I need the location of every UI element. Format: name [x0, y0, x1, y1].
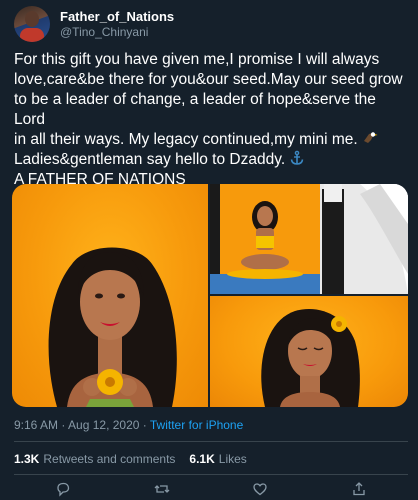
- photo-1-illustration: [48, 247, 177, 407]
- tweet-text-line: Ladies&gentleman say hello to Dzaddy.: [14, 151, 286, 168]
- eagle-icon: [364, 132, 378, 143]
- author-names: Father_of_Nations @Tino_Chinyani: [60, 9, 174, 40]
- likes-count: 6.1K: [189, 452, 215, 466]
- user-handle[interactable]: @Tino_Chinyani: [60, 25, 174, 40]
- display-name[interactable]: Father_of_Nations: [60, 9, 174, 25]
- avatar[interactable]: [14, 6, 50, 42]
- tweet-text: For this gift you have given me,I promis…: [14, 50, 408, 190]
- likes-stat[interactable]: 6.1K Likes: [189, 452, 246, 467]
- reply-icon: [57, 482, 70, 497]
- share-icon: [353, 482, 365, 496]
- tweet-text-line: love,care&be there for you&our seed.May …: [14, 71, 403, 88]
- tweet-actions: [14, 481, 408, 500]
- tweet-text-line: For this gift you have given me,I promis…: [14, 51, 380, 68]
- likes-label: Likes: [218, 452, 247, 466]
- tweet-header: Father_of_Nations @Tino_Chinyani: [14, 6, 404, 42]
- retweet-button[interactable]: [152, 481, 172, 500]
- engagement-stats: 1.3K Retweets and comments 6.1K Likes: [14, 452, 247, 467]
- reply-button[interactable]: [53, 481, 73, 500]
- photo-3-illustration: [261, 309, 360, 407]
- retweets-label: Retweets and comments: [43, 452, 176, 466]
- tweet-timestamp: 9:16 AM · Aug 12, 2020 · Twitter for iPh…: [14, 418, 243, 433]
- retweet-icon: [154, 485, 170, 493]
- tweet-text-line: to be a leader of change, a leader of ho…: [14, 91, 376, 128]
- divider: [14, 441, 408, 442]
- photo-grid: [12, 184, 408, 407]
- divider: [14, 474, 408, 475]
- photo-2-illustration: [210, 184, 408, 294]
- like-button[interactable]: [250, 481, 270, 500]
- tweet-text-line: in all their ways. My legacy continued,m…: [14, 131, 358, 148]
- photo-2[interactable]: [210, 184, 408, 294]
- retweets-count: 1.3K: [14, 452, 40, 466]
- anchor-icon: [291, 150, 304, 165]
- source-link[interactable]: Twitter for iPhone: [150, 418, 243, 432]
- photo-1[interactable]: [12, 184, 208, 407]
- tweet-text-line-with-emoji: Ladies&gentleman say hello to Dzaddy.: [14, 150, 408, 170]
- tweet-text-line-with-emoji: in all their ways. My legacy continued,m…: [14, 130, 408, 150]
- retweets-stat[interactable]: 1.3K Retweets and comments: [14, 452, 175, 467]
- share-button[interactable]: [349, 481, 369, 500]
- photo-3[interactable]: [210, 296, 408, 407]
- timestamp-text[interactable]: 9:16 AM · Aug 12, 2020 ·: [14, 418, 147, 432]
- like-icon: [253, 483, 267, 496]
